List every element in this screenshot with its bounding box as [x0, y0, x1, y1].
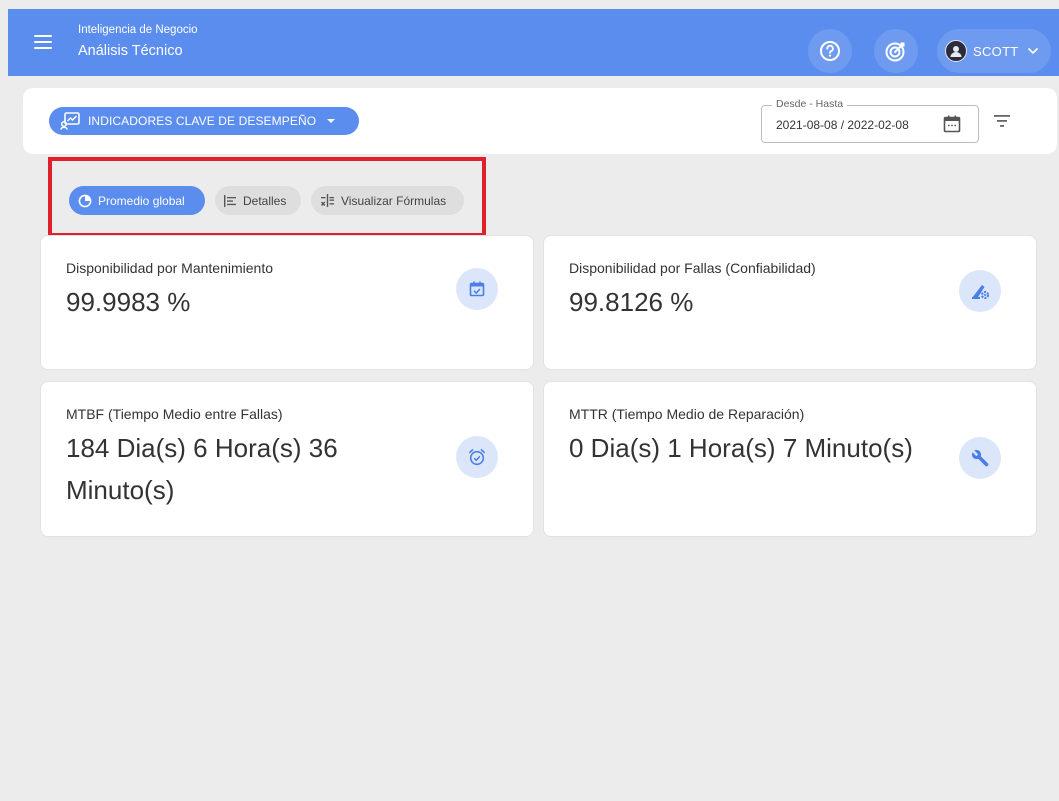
card-title: MTTR (Tiempo Medio de Reparación) [569, 406, 805, 422]
tab-visualizar-formulas[interactable]: Visualizar Fórmulas [311, 186, 464, 215]
kpi-card-mttr: MTTR (Tiempo Medio de Reparación) 0 Dia(… [543, 381, 1037, 537]
filter-panel: INDICADORES CLAVE DE DESEMPEÑO Desde - H… [23, 88, 1057, 154]
filter-icon[interactable] [993, 114, 1011, 128]
caret-down-icon [327, 119, 336, 123]
target-button[interactable] [874, 29, 918, 73]
top-app-bar: Inteligencia de Negocio Análisis Técnico… [8, 9, 1059, 76]
date-range-value: 2021-08-08 / 2022-02-08 [776, 118, 909, 132]
user-menu-button[interactable]: SCOTT [937, 29, 1051, 73]
card-title: Disponibilidad por Mantenimiento [66, 260, 274, 276]
calendar-check-icon [456, 268, 498, 310]
avatar [945, 40, 967, 62]
app-subtitle: Inteligencia de Negocio [78, 24, 198, 36]
wrench-icon [959, 437, 1001, 479]
tab-detalles[interactable]: Detalles [215, 186, 301, 215]
card-title: MTBF (Tiempo Medio entre Fallas) [66, 406, 283, 422]
pie-chart-icon [78, 194, 92, 207]
tab-label: Promedio global [98, 193, 185, 208]
tab-promedio-global[interactable]: Promedio global [69, 186, 205, 215]
chevron-down-icon [1027, 47, 1038, 55]
card-value: 99.8126 % [569, 287, 694, 317]
hamburger-menu-icon[interactable] [34, 35, 52, 49]
calendar-icon[interactable] [942, 114, 962, 134]
date-range-label: Desde - Hasta [772, 98, 848, 110]
alarm-clock-icon [456, 436, 498, 478]
card-value: 184 Dia(s) 6 Hora(s) 36 Minuto(s) [66, 433, 338, 505]
kpi-selector-button[interactable]: INDICADORES CLAVE DE DESEMPEÑO [49, 107, 359, 135]
card-value: 99.9983 % [66, 287, 191, 317]
formula-icon [321, 194, 334, 207]
card-value: 0 Dia(s) 1 Hora(s) 7 Minuto(s) [569, 433, 913, 463]
tab-label: Visualizar Fórmulas [341, 193, 447, 208]
kpi-card-disponibilidad-fallas: Disponibilidad por Fallas (Confiabilidad… [543, 235, 1037, 370]
card-title: Disponibilidad por Fallas (Confiabilidad… [569, 260, 816, 276]
help-button[interactable] [808, 29, 852, 73]
kpi-dashboard-icon [60, 112, 80, 130]
help-icon [820, 41, 840, 61]
kpi-card-disponibilidad-mantenimiento: Disponibilidad por Mantenimiento 99.9983… [40, 235, 534, 370]
kpi-card-mtbf: MTBF (Tiempo Medio entre Fallas) 184 Dia… [40, 381, 534, 537]
user-name: SCOTT [973, 43, 1019, 59]
kpi-selector-label: INDICADORES CLAVE DE DESEMPEÑO [88, 114, 317, 128]
target-icon [885, 42, 905, 62]
tab-label: Detalles [243, 193, 287, 208]
date-range-field[interactable]: Desde - Hasta 2021-08-08 / 2022-02-08 [761, 98, 979, 143]
list-icon [224, 194, 236, 207]
wrench-gear-icon [959, 270, 1001, 312]
app-title: Análisis Técnico [78, 43, 183, 59]
